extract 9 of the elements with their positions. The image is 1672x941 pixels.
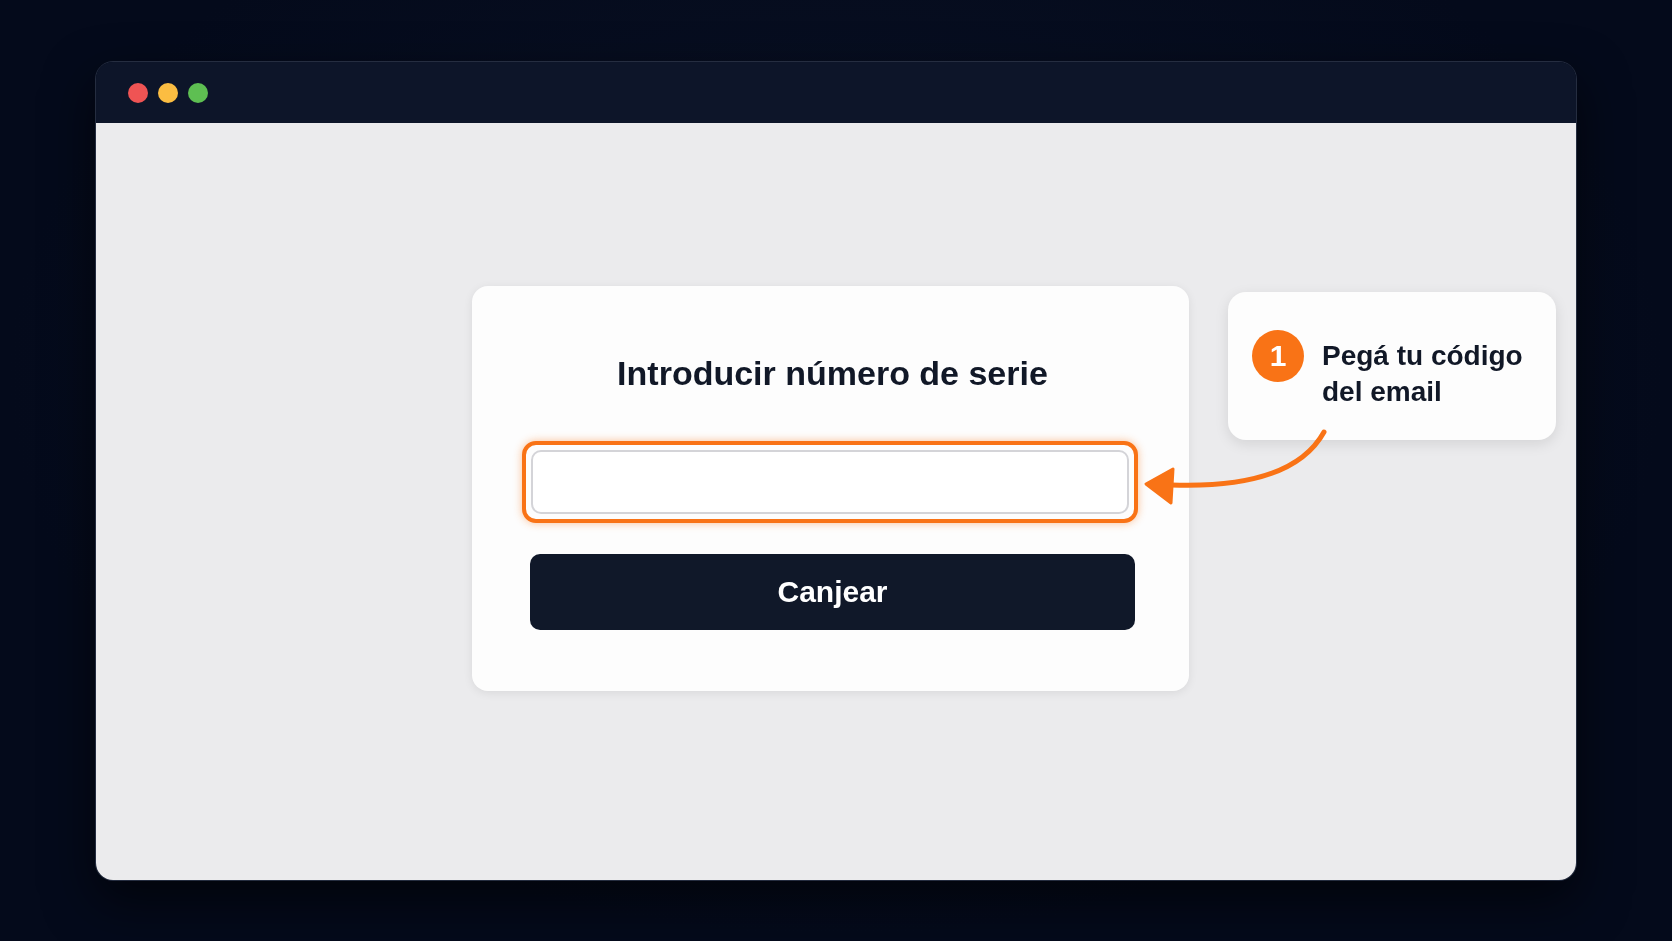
redeem-button[interactable]: Canjear	[530, 554, 1135, 630]
input-field[interactable]	[531, 450, 1129, 514]
callout-text: Pegá tu código del email	[1322, 339, 1524, 409]
window-minimize-icon[interactable]	[158, 82, 178, 103]
window-maximize-icon[interactable]	[188, 82, 208, 103]
step-badge: 1	[1252, 330, 1304, 382]
card-title: Introducir número de serie	[617, 353, 1048, 393]
curved-arrow-icon	[1143, 428, 1329, 506]
window-close-icon[interactable]	[128, 82, 148, 103]
